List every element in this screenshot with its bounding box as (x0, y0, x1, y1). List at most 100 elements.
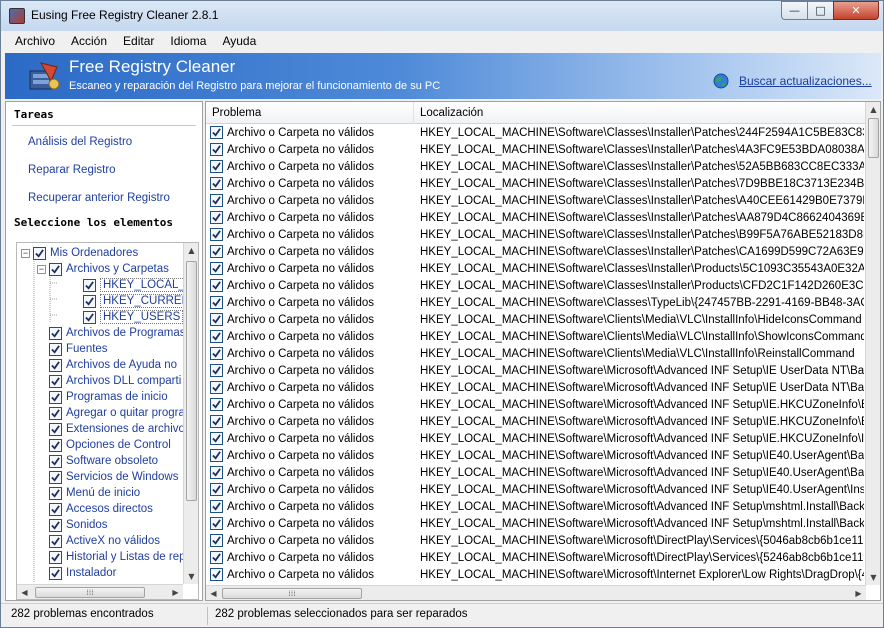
row-checkbox[interactable] (210, 347, 223, 360)
list-vscroll-thumb[interactable] (868, 118, 879, 158)
row-checkbox[interactable] (210, 211, 223, 224)
row-checkbox[interactable] (210, 398, 223, 411)
tree-node-checkbox[interactable] (83, 310, 96, 324)
table-row[interactable]: Archivo o Carpeta no válidos HKEY_LOCAL_M… (206, 312, 866, 329)
tree-node-checkbox[interactable] (49, 390, 62, 404)
row-checkbox[interactable] (210, 381, 223, 394)
tree-node-checkbox[interactable] (49, 438, 62, 452)
close-button[interactable]: ✕ (833, 1, 879, 20)
list-horizontal-scrollbar[interactable]: ◀ ⁞⁞⁞ ▶ (206, 585, 866, 600)
tree-node[interactable]: Archivos de Ayuda no (37, 357, 177, 373)
list-scroll-up-arrow-icon[interactable]: ▲ (866, 102, 880, 117)
row-checkbox[interactable] (210, 313, 223, 326)
table-row[interactable]: Archivo o Carpeta no válidos HKEY_LOCAL_M… (206, 499, 866, 516)
row-checkbox[interactable] (210, 245, 223, 258)
tree-node[interactable]: − Mis Ordenadores (21, 245, 138, 261)
table-row[interactable]: Archivo o Carpeta no válidos HKEY_LOCAL_M… (206, 516, 866, 533)
minimize-button[interactable]: — (781, 1, 807, 20)
table-row[interactable]: Archivo o Carpeta no válidos HKEY_LOCAL_M… (206, 193, 866, 210)
scroll-down-arrow-icon[interactable]: ▼ (184, 569, 198, 584)
table-row[interactable]: Archivo o Carpeta no válidos HKEY_LOCAL_M… (206, 244, 866, 261)
row-checkbox[interactable] (210, 228, 223, 241)
tree-node[interactable]: Opciones de Control (37, 437, 171, 453)
row-checkbox[interactable] (210, 466, 223, 479)
table-row[interactable]: Archivo o Carpeta no válidos HKEY_LOCAL_M… (206, 363, 866, 380)
row-checkbox[interactable] (210, 296, 223, 309)
tree-node-checkbox[interactable] (83, 278, 96, 292)
table-row[interactable]: Archivo o Carpeta no válidos HKEY_LOCAL_M… (206, 210, 866, 227)
row-checkbox[interactable] (210, 449, 223, 462)
menu-accion[interactable]: Acción (63, 34, 115, 48)
tree-node[interactable]: Menú de inicio (37, 485, 140, 501)
tree-node-checkbox[interactable] (49, 326, 62, 340)
tree-node[interactable]: Software obsoleto (37, 453, 158, 469)
table-row[interactable]: Archivo o Carpeta no válidos HKEY_LOCAL_M… (206, 448, 866, 465)
row-checkbox[interactable] (210, 262, 223, 275)
row-checkbox[interactable] (210, 483, 223, 496)
menu-editar[interactable]: Editar (115, 34, 162, 48)
menu-ayuda[interactable]: Ayuda (214, 34, 264, 48)
row-checkbox[interactable] (210, 500, 223, 513)
list-scroll-down-arrow-icon[interactable]: ▼ (866, 570, 880, 585)
tree-node-checkbox[interactable] (49, 566, 62, 580)
table-row[interactable]: Archivo o Carpeta no válidos HKEY_LOCAL_M… (206, 431, 866, 448)
table-row[interactable]: Archivo o Carpeta no válidos HKEY_LOCAL_M… (206, 380, 866, 397)
table-row[interactable]: Archivo o Carpeta no válidos HKEY_LOCAL_M… (206, 261, 866, 278)
tree-node[interactable]: HKEY_USERS (53, 309, 184, 325)
tree-node-checkbox[interactable] (49, 358, 62, 372)
scroll-up-arrow-icon[interactable]: ▲ (184, 243, 198, 258)
tree-hscroll-thumb[interactable]: ⁞⁞⁞ (35, 587, 145, 598)
tree-node-checkbox[interactable] (83, 294, 96, 308)
title-bar[interactable]: Eusing Free Registry Cleaner 2.8.1 — □ ✕ (1, 1, 883, 31)
row-checkbox[interactable] (210, 126, 223, 139)
tree-node[interactable]: Instalador (37, 565, 117, 581)
scroll-left-arrow-icon[interactable]: ◀ (17, 585, 32, 599)
tree-node-checkbox[interactable] (49, 406, 62, 420)
tree-node-checkbox[interactable] (49, 262, 62, 276)
task-analyze-registry[interactable]: Análisis del Registro (28, 136, 132, 148)
row-checkbox[interactable] (210, 143, 223, 156)
tree-vertical-scrollbar[interactable]: ▲ ▼ (183, 243, 198, 584)
tree-node-checkbox[interactable] (49, 534, 62, 548)
row-checkbox[interactable] (210, 364, 223, 377)
table-row[interactable]: Archivo o Carpeta no válidos HKEY_LOCAL_M… (206, 482, 866, 499)
tree-node-checkbox[interactable] (49, 374, 62, 388)
task-restore-registry[interactable]: Recuperar anterior Registro (28, 192, 170, 204)
tree-node-checkbox[interactable] (49, 550, 62, 564)
column-header-localizacion[interactable]: Localización (414, 102, 866, 124)
tree-node-checkbox[interactable] (49, 502, 62, 516)
tree-node-checkbox[interactable] (49, 582, 62, 583)
row-checkbox[interactable] (210, 330, 223, 343)
row-checkbox[interactable] (210, 194, 223, 207)
row-checkbox[interactable] (210, 415, 223, 428)
table-row[interactable]: Archivo o Carpeta no válidos HKEY_LOCAL_M… (206, 278, 866, 295)
row-checkbox[interactable] (210, 279, 223, 292)
scroll-right-arrow-icon[interactable]: ▶ (168, 585, 183, 599)
tree-node-checkbox[interactable] (49, 470, 62, 484)
row-checkbox[interactable] (210, 517, 223, 530)
tree-node-checkbox[interactable] (49, 486, 62, 500)
table-row[interactable]: Archivo o Carpeta no válidos HKEY_LOCAL_M… (206, 346, 866, 363)
tree-node[interactable]: Servicios de Windows (37, 469, 178, 485)
table-row[interactable]: Archivo o Carpeta no válidos HKEY_LOCAL_M… (206, 176, 866, 193)
tree-node[interactable]: Historial y Listas de rep (37, 549, 186, 565)
tree-node-checkbox[interactable] (49, 454, 62, 468)
table-row[interactable]: Archivo o Carpeta no válidos HKEY_LOCAL_M… (206, 227, 866, 244)
tree-node[interactable]: Extensiones de archivo (37, 421, 185, 437)
tree-node[interactable]: Fuentes (37, 341, 108, 357)
tree-expander-icon[interactable]: − (21, 248, 30, 258)
tree-node[interactable]: Archivos de Programas (37, 325, 186, 341)
menu-archivo[interactable]: Archivo (7, 34, 63, 48)
tree-node[interactable]: − Archivos y Carpetas (37, 261, 169, 277)
tree-node-checkbox[interactable] (49, 518, 62, 532)
tree-node[interactable]: HKEY_CURRENT (53, 293, 187, 309)
table-row[interactable]: Archivo o Carpeta no válidos HKEY_LOCAL_M… (206, 397, 866, 414)
maximize-button[interactable]: □ (807, 1, 833, 20)
table-row[interactable]: Archivo o Carpeta no válidos HKEY_LOCAL_M… (206, 465, 866, 482)
tree-node-checkbox[interactable] (49, 422, 62, 436)
menu-idioma[interactable]: Idioma (162, 34, 214, 48)
tree-node[interactable]: HKEY_LOCAL_MA (53, 277, 187, 293)
tree-node-checkbox[interactable] (49, 342, 62, 356)
row-checkbox[interactable] (210, 534, 223, 547)
tree-node[interactable]: Accesos directos (37, 501, 153, 517)
